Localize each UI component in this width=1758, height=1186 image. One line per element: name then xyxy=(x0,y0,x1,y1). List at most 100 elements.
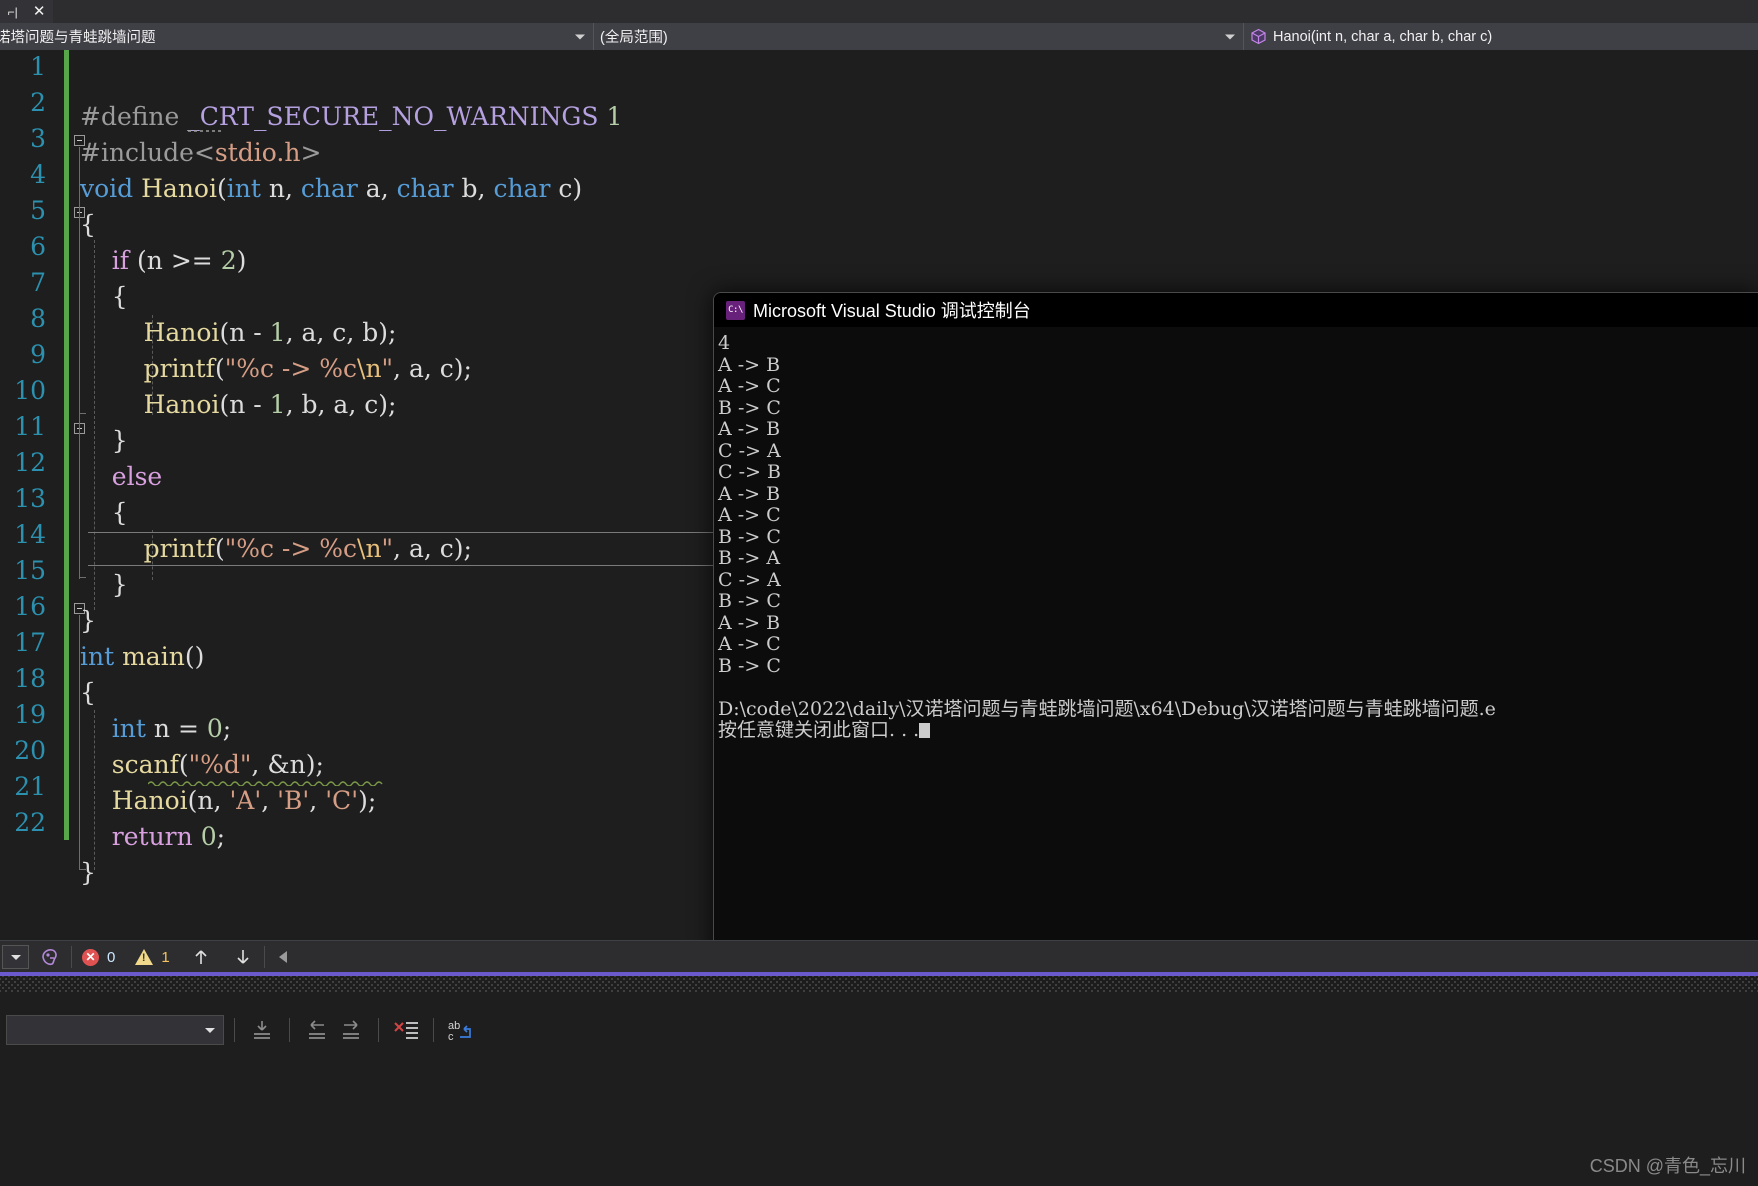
method-cube-icon xyxy=(1250,28,1267,45)
intellicode-button[interactable] xyxy=(29,941,71,973)
chevron-down-icon[interactable] xyxy=(575,34,585,39)
status-dropdown-button[interactable] xyxy=(2,945,29,969)
console-move-line: A -> B xyxy=(718,611,781,634)
divider xyxy=(433,1018,434,1042)
change-bar xyxy=(64,50,69,840)
file-combo-label: 诺塔问题与青蛙跳墙问题 xyxy=(0,30,156,46)
indent-guide-icon[interactable] xyxy=(245,1015,279,1045)
scroll-left-button[interactable] xyxy=(265,941,303,973)
line-number: 7 xyxy=(30,268,46,297)
console-exe-path: D:\code\2022\daily\汉诺塔问题与青蛙跳墙问题\x64\Debu… xyxy=(718,697,1496,720)
code-line[interactable]: #define _CRT_SECURE_NO_WARNINGS 1 xyxy=(80,102,622,131)
code-line[interactable]: int main() xyxy=(80,642,204,671)
warning-count-item[interactable]: 1 xyxy=(125,941,179,973)
clear-list-icon[interactable] xyxy=(389,1015,423,1045)
error-count-label: 0 xyxy=(107,948,116,966)
code-line[interactable]: { xyxy=(80,678,96,707)
warning-triangle-icon xyxy=(135,949,154,965)
console-move-line: A -> C xyxy=(718,375,781,397)
line-number: 19 xyxy=(14,700,46,729)
code-line[interactable]: int n = 0; xyxy=(80,714,231,743)
code-line[interactable]: void Hanoi(int n, char a, char b, char c… xyxy=(80,174,582,203)
code-line[interactable]: printf("%c -> %c\n", a, c); xyxy=(80,354,472,383)
code-line[interactable]: scanf("%d", &n); xyxy=(80,750,324,779)
code-line[interactable]: Hanoi(n - 1, a, c, b); xyxy=(80,318,397,347)
chevron-down-icon xyxy=(10,954,21,960)
code-line[interactable]: #include<stdio.h> xyxy=(80,138,321,167)
code-line[interactable]: { xyxy=(80,282,128,311)
code-line[interactable]: if (n >= 2) xyxy=(80,246,247,275)
chevron-down-icon xyxy=(205,1028,215,1033)
bottom-panel: ab c CSDN @青色_忘川 xyxy=(0,992,1758,1186)
code-line[interactable]: printf("%c -> %c\n", a, c); xyxy=(80,534,472,563)
line-number: 9 xyxy=(30,340,46,369)
code-line[interactable]: Hanoi(n, 'A', 'B', 'C'); xyxy=(80,786,376,815)
next-item-button[interactable] xyxy=(222,941,264,973)
line-number: 22 xyxy=(14,808,46,837)
warning-count-label: 1 xyxy=(161,948,170,966)
console-output: 4 A -> B A -> C B -> C A -> B C -> A C -… xyxy=(714,327,1758,971)
line-number: 5 xyxy=(30,196,46,225)
intellicode-icon xyxy=(42,949,57,966)
navigation-bar: 诺塔问题与青蛙跳墙问题 (全局范围) Hanoi(int n, char a, … xyxy=(0,23,1758,51)
line-number: 13 xyxy=(14,484,46,513)
indent-icon[interactable] xyxy=(334,1015,368,1045)
chevron-down-icon[interactable] xyxy=(1225,34,1235,39)
prev-item-button[interactable] xyxy=(180,941,222,973)
line-number: 21 xyxy=(14,772,46,801)
divider xyxy=(378,1018,379,1042)
console-move-line: B -> C xyxy=(718,654,781,677)
pin-icon[interactable]: ⌐| xyxy=(8,6,18,18)
console-move-line: B -> C xyxy=(718,525,781,548)
divider xyxy=(234,1018,235,1042)
tab-controls: ⌐| ✕ xyxy=(0,0,53,23)
bottom-toolbar: ab c xyxy=(0,1010,1758,1050)
error-circle-icon: ✕ xyxy=(82,948,99,966)
code-line[interactable]: } xyxy=(80,426,128,455)
member-combo[interactable]: Hanoi(int n, char a, char b, char c) xyxy=(1244,23,1758,50)
console-move-line: A -> B xyxy=(718,418,781,440)
line-number: 12 xyxy=(14,448,46,477)
warning-squiggle xyxy=(148,781,383,786)
console-move-line: A -> C xyxy=(718,633,781,655)
debug-console-window[interactable]: C:\ Microsoft Visual Studio 调试控制台 4 A ->… xyxy=(713,292,1758,972)
error-status-bar: ✕ 0 1 xyxy=(0,940,1758,973)
dotted-separator xyxy=(0,976,1758,992)
divider xyxy=(289,1018,290,1042)
code-line[interactable]: else xyxy=(80,462,162,491)
console-move-line: A -> B xyxy=(718,353,781,376)
scope-combo-label: (全局范围) xyxy=(600,30,668,46)
error-count-item[interactable]: ✕ 0 xyxy=(72,941,125,973)
code-line[interactable]: { xyxy=(80,498,128,527)
line-number: 8 xyxy=(30,304,46,333)
vs-editor-window: ⌐| ✕ 诺塔问题与青蛙跳墙问题 (全局范围) Hanoi(int n, cha… xyxy=(0,0,1758,1186)
line-number: 4 xyxy=(30,160,46,189)
console-move-line: C -> B xyxy=(718,461,781,483)
console-move-line: C -> A xyxy=(718,568,781,591)
line-number: 14 xyxy=(14,520,46,549)
console-move-line: C -> A xyxy=(718,439,781,462)
document-tab-strip: ⌐| ✕ xyxy=(0,0,1758,23)
code-line[interactable]: } xyxy=(80,606,96,635)
console-input-echo: 4 xyxy=(718,332,731,354)
line-number: 2 xyxy=(30,88,46,117)
wrap-text-icon[interactable]: ab c xyxy=(444,1015,478,1045)
console-move-line: B -> C xyxy=(718,590,781,612)
line-number: 16 xyxy=(14,592,46,621)
console-title-label: Microsoft Visual Studio 调试控制台 xyxy=(753,301,1031,321)
close-icon[interactable]: ✕ xyxy=(33,4,46,19)
line-number: 20 xyxy=(14,736,46,765)
console-move-line: B -> A xyxy=(718,547,781,569)
bottom-combo[interactable] xyxy=(6,1015,224,1045)
code-line[interactable]: } xyxy=(80,858,96,887)
scope-combo[interactable]: (全局范围) xyxy=(594,23,1244,50)
code-line[interactable]: Hanoi(n - 1, b, a, c); xyxy=(80,390,397,419)
file-combo[interactable]: 诺塔问题与青蛙跳墙问题 xyxy=(0,23,594,50)
outdent-icon[interactable] xyxy=(300,1015,334,1045)
code-line[interactable]: } xyxy=(80,570,128,599)
console-title-bar[interactable]: C:\ Microsoft Visual Studio 调试控制台 xyxy=(714,293,1758,327)
arrow-left-icon xyxy=(278,951,287,963)
code-line[interactable]: return 0; xyxy=(80,822,225,851)
line-number: 6 xyxy=(30,232,46,261)
code-line[interactable]: { xyxy=(80,210,96,239)
